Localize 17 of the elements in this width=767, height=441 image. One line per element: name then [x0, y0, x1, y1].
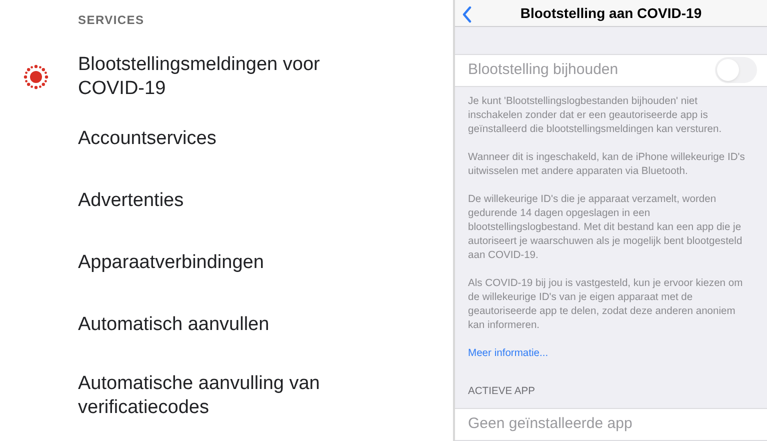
settings-item[interactable]: Automatisch aanvullen [78, 313, 378, 337]
back-icon[interactable] [462, 6, 472, 23]
settings-item[interactable]: Accountservices [78, 127, 378, 151]
toggle-label: Blootstelling bijhouden [468, 60, 618, 80]
active-app-text: Geen geïnstalleerde app [468, 414, 632, 434]
footer-text: Wanneer dit is ingeschakeld, kan de iPhone willekeurige ID's uitwisselen met andere apparaten via Bluetooth. [468, 151, 746, 180]
settings-item[interactable]: Blootstellingsmeldingen voor COVID-19 [78, 53, 378, 101]
section-header: SERVICES [78, 13, 144, 27]
nav-title: Blootstelling aan COVID-19 [520, 4, 702, 23]
footer-text: Als COVID-19 bij jou is vastgesteld, kun je ervoor kiezen om de willekeurige ID's van je eigen apparaat met de geautoriseerde app te delen, zodat deze anderen anoniem kan informeren. [468, 277, 744, 334]
section-header: ACTIEVE APP [468, 386, 535, 398]
settings-item[interactable]: Automatische aanvulling van verificatiecodes [78, 372, 378, 420]
footer-text: De willekeurige ID's die je apparaat verzamelt, worden gedurende 14 dagen opgeslagen in een blootstellingslogbestand. Met dit bestand kan een app die je autoriseert je waarschuwen als je mogelijk bent blootgesteld aan COVID-19. [468, 193, 744, 264]
settings-item[interactable]: Advertenties [78, 189, 378, 213]
settings-item[interactable]: Apparaatverbindingen [78, 251, 378, 275]
exposure-icon [23, 64, 49, 90]
footer-text: Je kunt 'Blootstellingslogbestanden bijhouden' niet inschakelen zonder dat er een geautoriseerde app is geïnstalleerd die blootstellingsmeldingen kan versturen. [468, 95, 723, 138]
